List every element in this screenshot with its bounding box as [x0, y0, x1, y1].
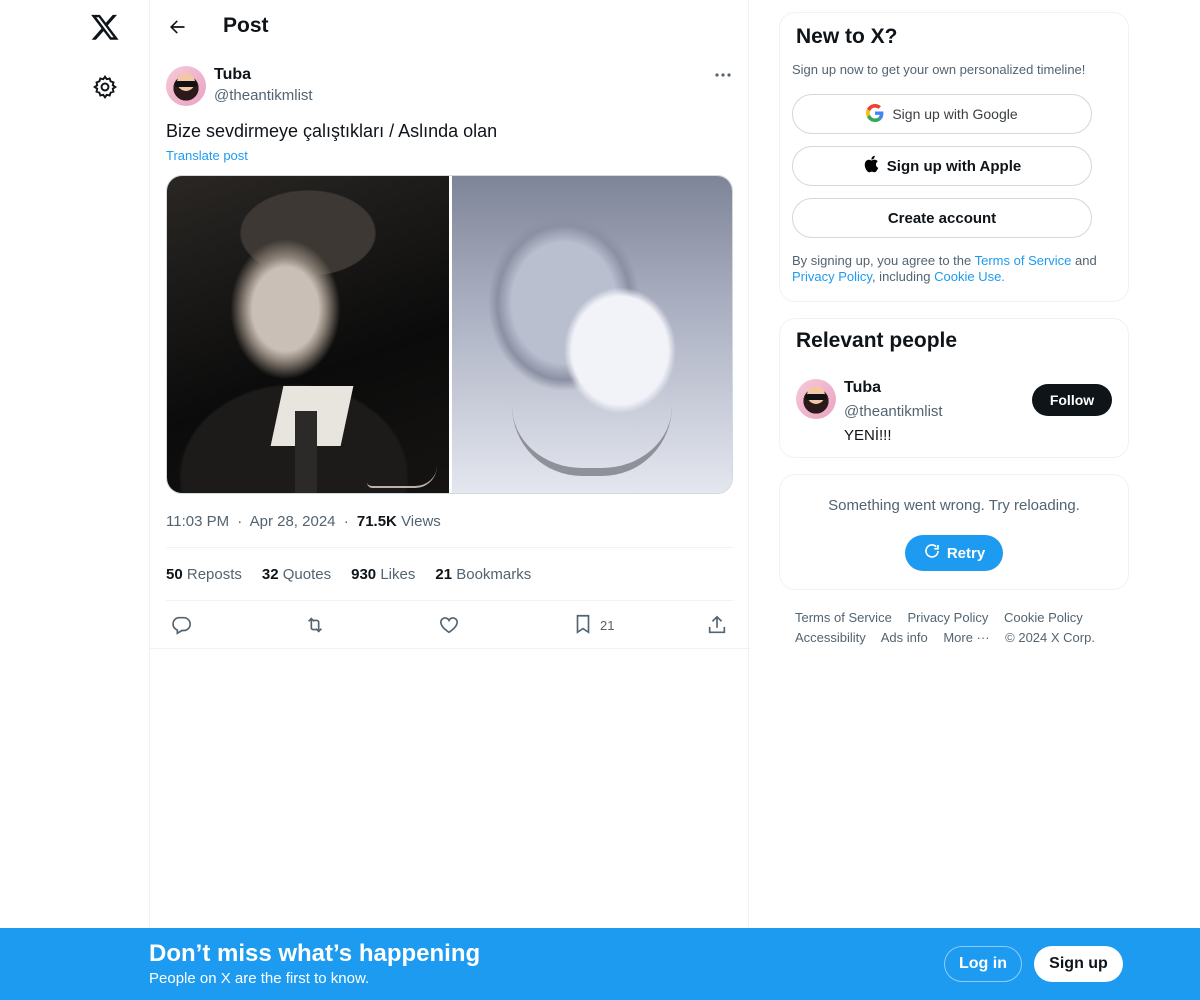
error-message: Something went wrong. Try reloading.	[828, 497, 1080, 514]
signup-button[interactable]: Sign up	[1034, 946, 1123, 982]
footer-more-link[interactable]: More ···	[943, 630, 989, 645]
footer-links: Terms of Service Privacy Policy Cookie P…	[795, 608, 1115, 648]
divider	[150, 648, 750, 649]
terms-and: and	[1071, 253, 1097, 268]
arrow-left-icon[interactable]	[164, 14, 190, 40]
signup-google-label: Sign up with Google	[892, 106, 1018, 122]
media-image-left[interactable]	[167, 176, 449, 493]
quotes-stat[interactable]: 32 Quotes	[262, 566, 331, 583]
gear-icon[interactable]	[92, 74, 118, 100]
privacy-link[interactable]: Privacy Policy	[792, 269, 872, 284]
retry-button[interactable]: Retry	[905, 535, 1003, 571]
like-icon[interactable]	[438, 612, 460, 638]
terms-link[interactable]: Terms of Service	[975, 253, 1072, 268]
terms-including: , including	[871, 269, 935, 284]
bookmark-button[interactable]: 21	[572, 612, 614, 638]
post-actions: 21	[166, 612, 736, 638]
post-header: Post	[150, 0, 750, 54]
signup-google-button[interactable]: Sign up with Google	[792, 94, 1092, 134]
bottom-banner: Don’t miss what’s happening People on X …	[0, 928, 1200, 1000]
terms-text: By signing up, you agree to the Terms of…	[792, 253, 1122, 285]
post-time[interactable]: 11:03 PM	[166, 513, 229, 530]
avatar[interactable]	[796, 379, 836, 419]
create-account-button[interactable]: Create account	[792, 198, 1092, 238]
post-meta: 11:03 PM · Apr 28, 2024 · 71.5K Views	[166, 513, 441, 530]
post-media[interactable]	[166, 175, 733, 494]
views-count: 71.5K	[356, 513, 397, 530]
separator: ·	[343, 513, 349, 530]
footer-link[interactable]: Privacy Policy	[907, 610, 988, 625]
terms-prefix: By signing up, you agree to the	[792, 253, 975, 268]
relevant-people-title: Relevant people	[796, 329, 958, 352]
bookmarks-stat[interactable]: 21 Bookmarks	[435, 566, 531, 583]
author-handle[interactable]: @theantikmlist	[214, 87, 313, 104]
x-logo-icon[interactable]	[90, 12, 120, 42]
author-name[interactable]: Tuba	[214, 66, 251, 84]
apple-icon	[863, 155, 879, 177]
divider	[166, 547, 733, 548]
footer-link[interactable]: Ads info	[881, 630, 928, 645]
signup-subtitle: Sign up now to get your own personalized…	[792, 62, 1086, 77]
more-options-icon[interactable]	[710, 64, 736, 86]
retry-label: Retry	[946, 544, 986, 562]
footer-link[interactable]: Terms of Service	[795, 610, 892, 625]
post-stats: 50 Reposts 32 Quotes 930 Likes 21 Bookma…	[166, 566, 531, 583]
reply-icon[interactable]	[170, 612, 192, 638]
likes-stat[interactable]: 930 Likes	[351, 566, 415, 583]
main-column: Post Tuba @theantikmlist Bize sevdirmeye…	[149, 0, 750, 1000]
bookmark-count: 21	[600, 617, 615, 633]
follow-button[interactable]: Follow	[1032, 384, 1112, 416]
signup-card: New to X? Sign up now to get your own pe…	[779, 12, 1129, 302]
media-image-right[interactable]	[452, 176, 732, 493]
refresh-icon	[923, 542, 941, 564]
person-bio: YENİ!!!	[844, 427, 892, 444]
avatar[interactable]	[166, 66, 206, 106]
signup-apple-button[interactable]: Sign up with Apple	[792, 146, 1092, 186]
post-date[interactable]: Apr 28, 2024	[250, 513, 336, 530]
left-nav	[0, 0, 150, 1000]
person-name[interactable]: Tuba	[844, 379, 881, 397]
person-handle[interactable]: @theantikmlist	[844, 403, 943, 420]
share-icon[interactable]	[706, 612, 728, 638]
banner-title: Don’t miss what’s happening	[149, 940, 481, 967]
separator: ·	[237, 513, 243, 530]
signup-apple-label: Sign up with Apple	[886, 157, 1022, 175]
relevant-people-card: Relevant people Tuba @theantikmlist YENİ…	[779, 318, 1129, 458]
post-text: Bize sevdirmeye çalıştıkları / Aslında o…	[166, 121, 498, 141]
translate-post-link[interactable]: Translate post	[166, 148, 248, 163]
reposts-stat[interactable]: 50 Reposts	[166, 566, 242, 583]
divider	[166, 600, 733, 601]
banner-subtitle: People on X are the first to know.	[149, 970, 370, 987]
repost-icon[interactable]	[304, 612, 326, 638]
copyright: © 2024 X Corp.	[1005, 630, 1095, 645]
page-title: Post	[223, 14, 269, 37]
error-card: Something went wrong. Try reloading. Ret…	[779, 474, 1129, 590]
bookmark-icon	[572, 613, 594, 638]
login-button[interactable]: Log in	[944, 946, 1022, 982]
footer-link[interactable]: Accessibility	[795, 630, 866, 645]
google-icon	[866, 103, 884, 125]
views-label: Views	[401, 513, 441, 530]
signup-card-title: New to X?	[796, 25, 898, 48]
cookie-link[interactable]: Cookie Use.	[934, 269, 1005, 284]
footer-link[interactable]: Cookie Policy	[1004, 610, 1083, 625]
